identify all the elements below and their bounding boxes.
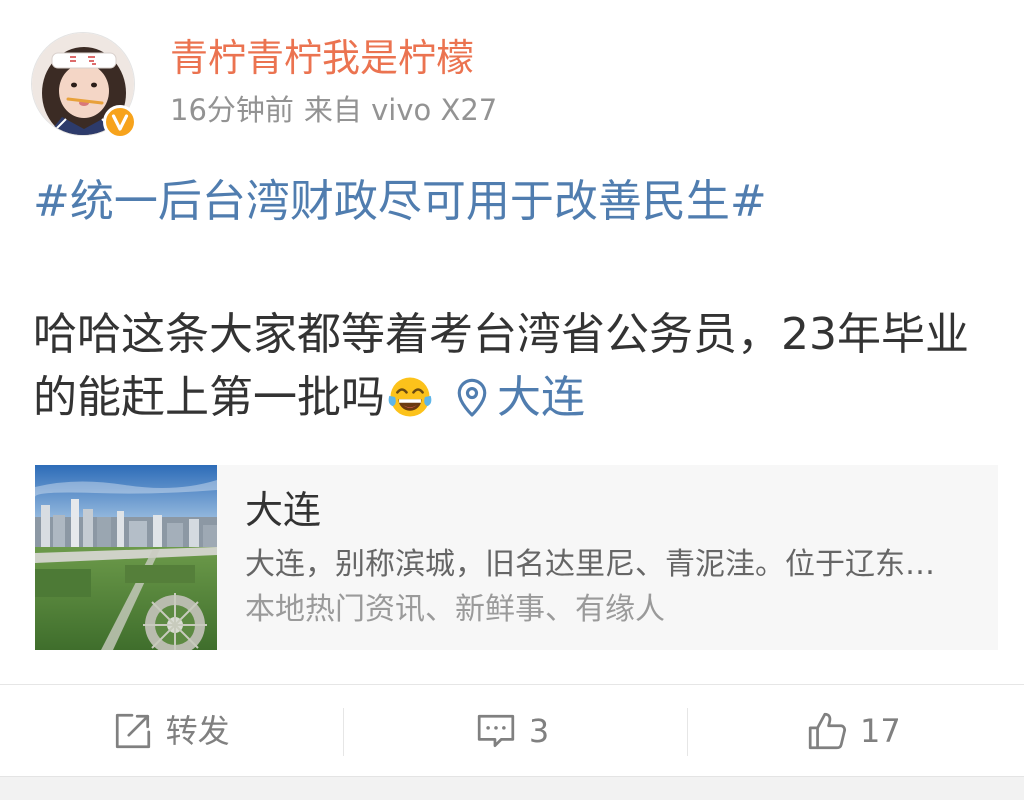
- like-button[interactable]: 17: [683, 686, 1024, 776]
- city-thumbnail: [35, 465, 217, 650]
- location-pin-icon: [455, 378, 489, 418]
- thumbs-up-icon: [806, 710, 848, 752]
- face-with-tears-of-joy-icon: [387, 374, 433, 420]
- card-title: 大连: [245, 488, 322, 532]
- location-card[interactable]: 大连 大连，别称滨城，旧名达里尼、青泥洼。位于辽东… 本地热门资讯、新鲜事、有缘…: [35, 465, 998, 650]
- action-bar: 转发 3 17: [0, 686, 1024, 776]
- verified-badge-icon: [102, 104, 138, 140]
- comment-icon: [475, 710, 517, 752]
- post-meta: 16分钟前 来自 vivo X27: [170, 90, 497, 130]
- post-body: 哈哈这条大家都等着考台湾省公务员，23年毕业的能赶上第一批吗 大连: [33, 303, 983, 429]
- action-separator: [687, 708, 688, 756]
- repost-button[interactable]: 转发: [0, 686, 341, 776]
- card-subtitle: 本地热门资讯、新鲜事、有缘人: [245, 592, 665, 627]
- footer-divider: [0, 684, 1024, 685]
- comment-button[interactable]: 3: [341, 686, 682, 776]
- like-count: 17: [859, 712, 901, 750]
- repost-label: 转发: [165, 712, 230, 750]
- repost-icon: [112, 710, 154, 752]
- comment-count: 3: [528, 712, 550, 750]
- post-time: 16分钟前: [170, 93, 294, 127]
- card-description: 大连，别称滨城，旧名达里尼、青泥洼。位于辽东…: [245, 547, 935, 582]
- bottom-strip: [0, 776, 1024, 800]
- action-separator: [343, 708, 344, 756]
- location-name: 大连: [497, 372, 585, 423]
- post-source: 来自 vivo X27: [303, 93, 498, 127]
- hashtag-link[interactable]: #统一后台湾财政尽可用于改善民生#: [33, 174, 767, 230]
- weibo-post: 青柠青柠我是柠檬 16分钟前 来自 vivo X27 #统一后台湾财政尽可用于改善…: [0, 0, 1024, 800]
- location-link[interactable]: 大连: [455, 372, 585, 423]
- author-name[interactable]: 青柠青柠我是柠檬: [170, 34, 474, 82]
